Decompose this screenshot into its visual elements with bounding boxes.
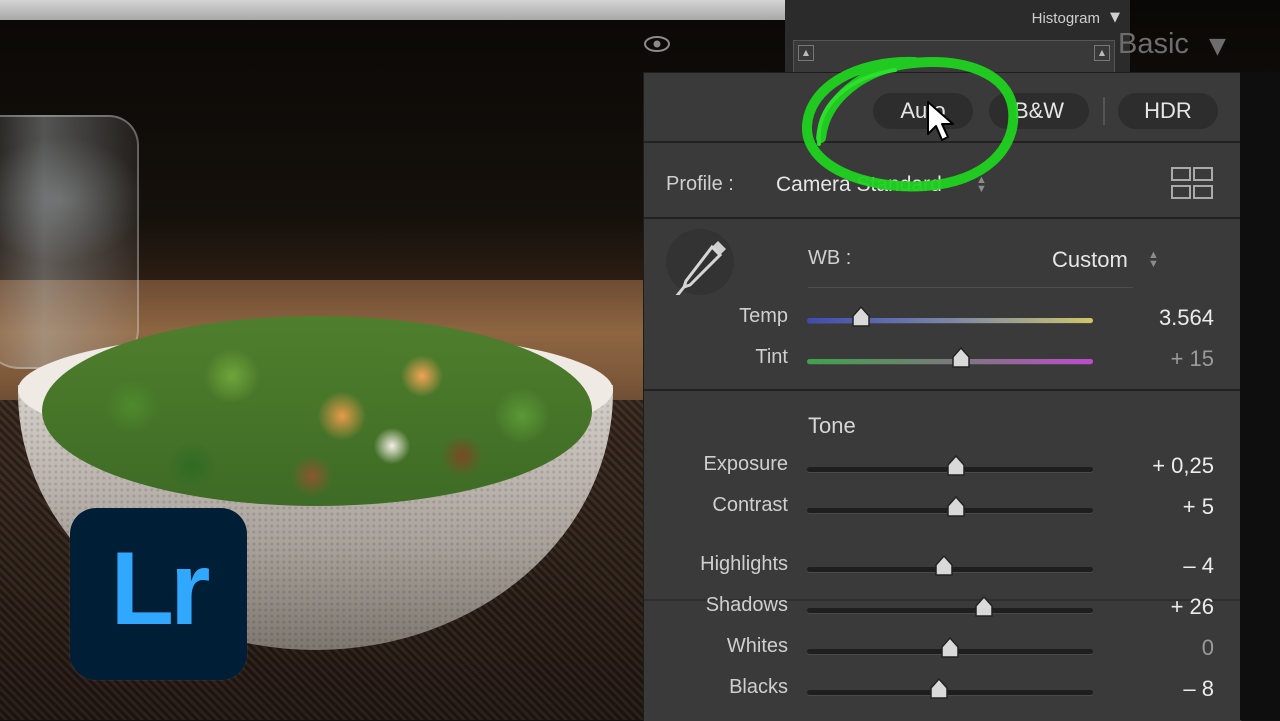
profile-section: Profile : Camera Standard ▲ ▼ <box>644 143 1241 219</box>
profile-label: Profile : <box>666 173 734 195</box>
highlight-clipping-icon[interactable]: ▲ <box>1094 45 1110 61</box>
tint-label: Tint <box>755 346 788 368</box>
basic-panel: Auto B&W HDR Profile : Camera Standard ▲… <box>643 72 1242 721</box>
whites-label: Whites <box>726 635 788 657</box>
exposure-slider-thumb[interactable] <box>946 454 966 477</box>
tone-title: Tone <box>808 413 856 438</box>
whites-slider-thumb[interactable] <box>940 636 960 659</box>
histogram-panel: Histogram ▼ ▲ ▲ <box>785 0 1130 82</box>
bw-button[interactable]: B&W <box>989 93 1089 129</box>
temp-label: Temp <box>739 305 788 327</box>
photo-glass <box>0 115 139 369</box>
temp-slider-thumb[interactable] <box>851 305 871 328</box>
blacks-slider[interactable] <box>807 690 1093 695</box>
blacks-slider-thumb[interactable] <box>929 677 949 700</box>
shadows-label: Shadows <box>705 594 788 616</box>
treatment-separator <box>1103 97 1105 125</box>
histogram-collapse-icon[interactable]: ▼ <box>1110 10 1120 25</box>
mouse-cursor-icon <box>927 101 954 141</box>
basic-panel-title[interactable]: Basic <box>1118 28 1189 61</box>
wb-divider <box>808 287 1133 288</box>
basic-collapse-icon[interactable]: ▼ <box>1209 34 1226 59</box>
lightroom-logo: Lr <box>70 508 247 680</box>
tone-section: Tone Exposure + 0,25 Contrast + 5 Highlights… <box>644 391 1241 721</box>
contrast-label: Contrast <box>712 494 788 516</box>
blacks-label: Blacks <box>729 676 788 698</box>
profile-updown-icon[interactable]: ▲ ▼ <box>976 175 987 195</box>
lightroom-logo-text: Lr <box>110 531 211 647</box>
histogram-label[interactable]: Histogram <box>1032 10 1100 27</box>
eye-icon[interactable] <box>643 35 671 53</box>
blacks-value[interactable]: – 8 <box>1183 676 1214 702</box>
wb-label: WB : <box>808 247 852 269</box>
photo-salad <box>42 316 592 506</box>
hdr-button[interactable]: HDR <box>1118 93 1218 129</box>
shadows-slider-thumb[interactable] <box>974 595 994 618</box>
wb-selector-button[interactable] <box>666 229 734 298</box>
temp-slider[interactable] <box>807 318 1093 323</box>
highlights-label: Highlights <box>700 553 788 575</box>
tint-value[interactable]: + 15 <box>1171 346 1214 372</box>
contrast-slider-thumb[interactable] <box>946 495 966 518</box>
wb-select[interactable]: Custom <box>1052 247 1128 273</box>
shadows-value[interactable]: + 26 <box>1171 594 1214 620</box>
temp-value[interactable]: 3.564 <box>1159 305 1214 331</box>
tint-slider-thumb[interactable] <box>951 346 971 369</box>
filmstrip-edge <box>0 0 785 20</box>
tint-slider[interactable] <box>807 359 1093 364</box>
shadows-slider[interactable] <box>807 608 1093 613</box>
contrast-value[interactable]: + 5 <box>1183 494 1214 520</box>
white-balance-section: WB : Custom ▲ ▼ Temp 3.564 Tint + 15 <box>644 219 1241 391</box>
auto-button[interactable]: Auto <box>873 93 973 129</box>
eyedropper-icon <box>674 241 726 298</box>
highlights-value[interactable]: – 4 <box>1183 553 1214 579</box>
profile-select[interactable]: Camera Standard <box>776 173 942 197</box>
highlights-slider-thumb[interactable] <box>934 554 954 577</box>
exposure-label: Exposure <box>703 453 789 475</box>
whites-value[interactable]: 0 <box>1202 635 1214 661</box>
panel-scroll-edge <box>1240 72 1280 720</box>
profile-browser-icon[interactable] <box>1171 167 1213 201</box>
exposure-value[interactable]: + 0,25 <box>1152 453 1214 479</box>
shadow-clipping-icon[interactable]: ▲ <box>798 45 814 61</box>
wb-updown-icon[interactable]: ▲ ▼ <box>1148 250 1159 270</box>
